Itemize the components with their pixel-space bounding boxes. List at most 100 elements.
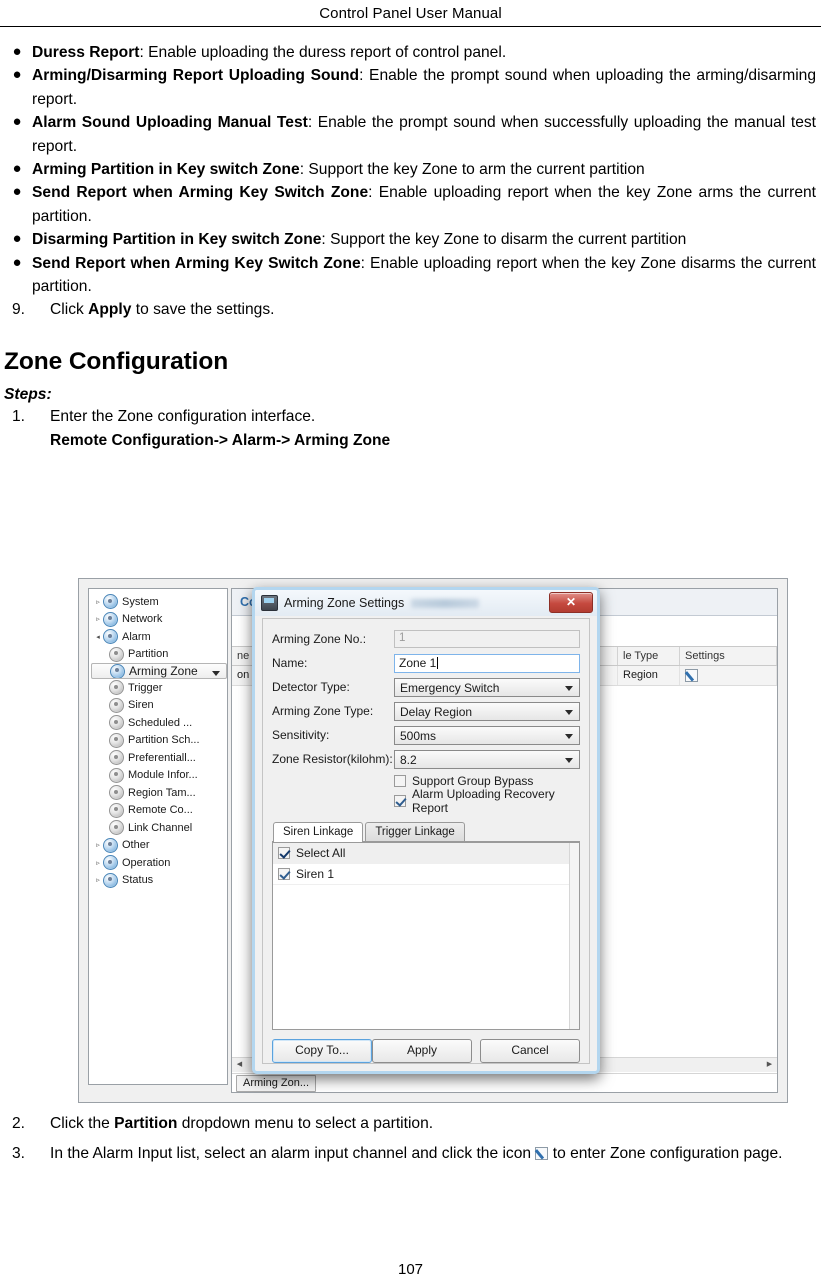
- detector-type-select[interactable]: Emergency Switch: [394, 677, 580, 697]
- tree-item-preferential[interactable]: Preferentiall...: [91, 749, 227, 767]
- cancel-button[interactable]: Cancel: [480, 1039, 580, 1063]
- config-tree-panel[interactable]: ▹ System ▹ Network ◂ Alarm Partition Arm…: [88, 588, 228, 1085]
- dialog-title-bar[interactable]: Arming Zone Settings ✕: [255, 590, 597, 616]
- expand-arrow-icon[interactable]: ▹: [93, 841, 103, 849]
- field-label: Name:: [272, 656, 308, 670]
- text-caret: [437, 656, 439, 669]
- field-name: Name: Zone 1: [272, 651, 580, 675]
- bullet-dot-icon: ●: [12, 253, 22, 271]
- bullet-dot-icon: ●: [12, 159, 22, 177]
- tree-item-label: Partition Sch...: [128, 734, 200, 747]
- field-detector-type: Detector Type: Emergency Switch: [272, 675, 580, 699]
- tree-item-partition-schedule[interactable]: Partition Sch...: [91, 732, 227, 750]
- list-item[interactable]: Siren 1: [273, 864, 579, 885]
- field-label: Sensitivity:: [272, 728, 330, 742]
- checkbox-icon[interactable]: [394, 795, 406, 807]
- apply-button[interactable]: Apply: [372, 1039, 472, 1063]
- tree-item-scheduled[interactable]: Scheduled ...: [91, 714, 227, 732]
- tree-item-partition[interactable]: Partition: [91, 646, 227, 664]
- collapse-arrow-icon[interactable]: ◂: [93, 633, 103, 641]
- tab-siren-linkage[interactable]: Siren Linkage: [273, 822, 364, 842]
- copy-to-button[interactable]: Copy To...: [272, 1039, 372, 1063]
- list-item-select-all[interactable]: Select All: [273, 843, 579, 864]
- tree-item-status[interactable]: ▹ Status: [91, 872, 227, 890]
- step-text: Enter the Zone configuration interface.: [50, 407, 316, 425]
- step-item-9: 9. Click Apply to save the settings.: [2, 298, 818, 322]
- tree-item-label: Module Infor...: [128, 769, 198, 782]
- bullet-dot-icon: ●: [12, 183, 22, 201]
- name-input-value: Zone 1: [399, 655, 437, 670]
- navigation-path: Remote Configuration-> Alarm-> Arming Zo…: [50, 431, 391, 449]
- gear-grey-icon: [109, 732, 124, 748]
- gear-grey-icon: [109, 646, 124, 662]
- bullet-item: ● Arming/Disarming Report Uploading Soun…: [2, 64, 818, 111]
- checkbox-alarm-uploading-recovery-report[interactable]: Alarm Uploading Recovery Report: [272, 787, 580, 815]
- step-item-1: 1. Enter the Zone configuration interfac…: [2, 405, 818, 429]
- list-scrollbar[interactable]: [569, 843, 579, 1029]
- tree-item-other[interactable]: ▹ Other: [91, 837, 227, 855]
- expand-arrow-icon[interactable]: ▹: [93, 598, 103, 606]
- checkbox-icon[interactable]: [278, 868, 290, 880]
- bullet-term: Disarming Partition in Key switch Zone: [32, 231, 322, 249]
- close-icon[interactable]: ✕: [549, 592, 593, 613]
- arming-zone-no-input: 1: [394, 630, 580, 648]
- gear-blue-icon: [103, 872, 118, 888]
- arming-zone-type-select[interactable]: Delay Region: [394, 701, 580, 721]
- gear-blue-icon: [103, 855, 118, 871]
- document-content: ● Duress Report: Enable uploading the du…: [0, 27, 821, 452]
- edit-pencil-icon: [535, 1146, 549, 1160]
- tree-item-operation[interactable]: ▹ Operation: [91, 854, 227, 872]
- siren-linkage-listbox[interactable]: Select All Siren 1: [272, 842, 580, 1030]
- tree-item-alarm[interactable]: ◂ Alarm: [91, 628, 227, 646]
- grid-header-cell: Settings: [680, 647, 777, 665]
- edit-pencil-icon[interactable]: [685, 669, 698, 682]
- bullet-dot-icon: ●: [12, 66, 22, 84]
- zone-resistor-select[interactable]: 8.2: [394, 749, 580, 769]
- arming-zone-settings-dialog: Arming Zone Settings ✕ Arming Zone No.: …: [252, 587, 600, 1074]
- name-input[interactable]: Zone 1: [394, 653, 580, 673]
- step-text-post: to enter Zone configuration page.: [548, 1144, 783, 1162]
- step-bold-term: Apply: [88, 301, 132, 319]
- step-text-post: dropdown menu to select a partition.: [177, 1115, 434, 1132]
- checkbox-icon[interactable]: [278, 847, 290, 859]
- field-arming-zone-no: Arming Zone No.: 1: [272, 627, 580, 651]
- bullet-term: Send Report when Arming Key Switch Zone: [32, 254, 361, 272]
- tree-item-trigger[interactable]: Trigger: [91, 679, 227, 697]
- bullet-term: Duress Report: [32, 44, 140, 61]
- bullet-item: ● Disarming Partition in Key switch Zone…: [2, 228, 818, 251]
- tree-item-siren[interactable]: Siren: [91, 697, 227, 715]
- running-header: Control Panel User Manual: [0, 0, 821, 26]
- bullet-term: Send Report when Arming Key Switch Zone: [32, 184, 369, 202]
- tree-item-system[interactable]: ▹ System: [91, 593, 227, 611]
- tree-item-remote-control[interactable]: Remote Co...: [91, 802, 227, 820]
- field-sensitivity: Sensitivity: 500ms: [272, 723, 580, 747]
- expand-arrow-icon[interactable]: ▹: [93, 615, 103, 623]
- tree-item-label: Preferentiall...: [128, 751, 196, 764]
- scroll-left-arrow-icon[interactable]: ◀: [232, 1058, 247, 1072]
- bullet-item: ● Alarm Sound Uploading Manual Test: Ena…: [2, 111, 818, 158]
- bullet-desc: : Enable uploading the duress report of …: [139, 44, 507, 61]
- gear-grey-icon: [109, 715, 124, 731]
- bullet-desc: : Support the key Zone to arm the curren…: [299, 160, 645, 178]
- tree-item-arming-zone[interactable]: Arming Zone: [91, 663, 227, 679]
- expand-arrow-icon[interactable]: ▹: [93, 876, 103, 884]
- sensitivity-select[interactable]: 500ms: [394, 725, 580, 745]
- checkbox-icon[interactable]: [394, 775, 406, 787]
- steps-label: Steps:: [4, 385, 52, 403]
- bullet-dot-icon: ●: [12, 113, 22, 131]
- step-text-post: to save the settings.: [131, 301, 275, 319]
- tree-item-module-information[interactable]: Module Infor...: [91, 767, 227, 785]
- dialog-title: Arming Zone Settings: [284, 596, 405, 610]
- tree-item-region-tamper[interactable]: Region Tam...: [91, 784, 227, 802]
- scroll-right-arrow-icon[interactable]: ▶: [762, 1058, 777, 1072]
- tab-trigger-linkage[interactable]: Trigger Linkage: [365, 822, 465, 841]
- step-number: 1.: [12, 407, 26, 425]
- expand-arrow-icon[interactable]: ▹: [93, 859, 103, 867]
- tab-arming-zone[interactable]: Arming Zon...: [236, 1074, 317, 1092]
- gear-blue-icon: [103, 837, 118, 853]
- bullet-dot-icon: ●: [12, 230, 22, 248]
- tree-item-network[interactable]: ▹ Network: [91, 611, 227, 629]
- gear-grey-icon: [109, 785, 124, 801]
- tree-item-link-channel[interactable]: Link Channel: [91, 819, 227, 837]
- dialog-button-row: Copy To... Apply Cancel: [272, 1039, 580, 1063]
